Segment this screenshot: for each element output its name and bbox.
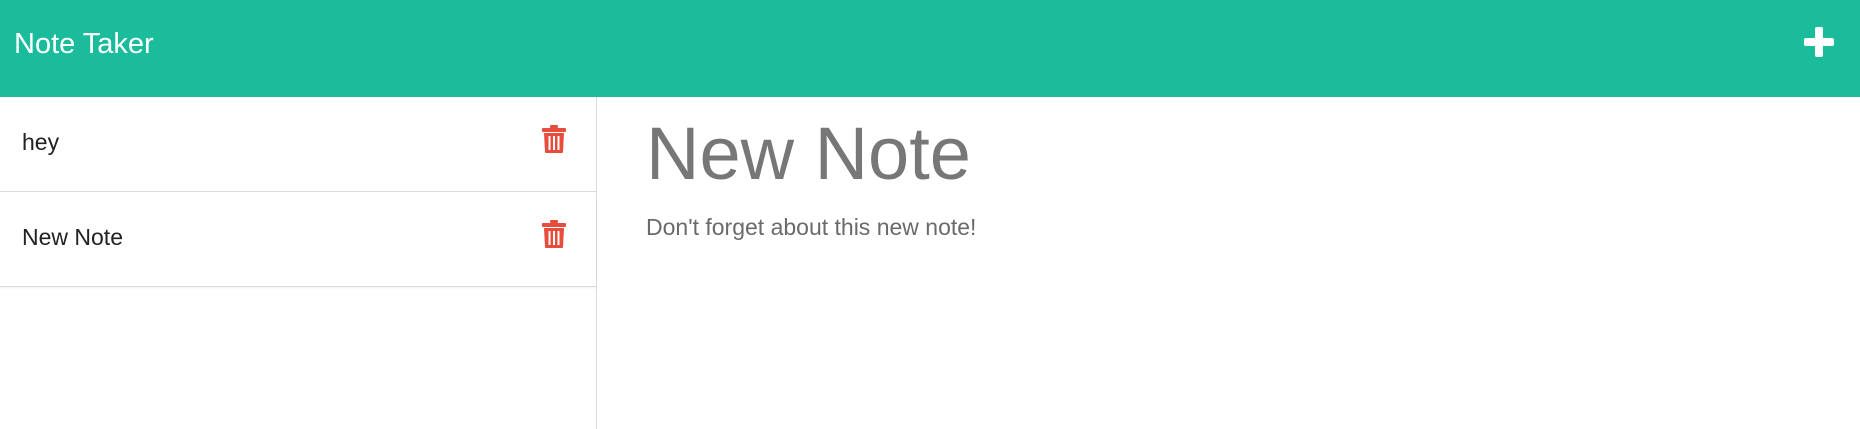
trash-icon — [542, 220, 566, 248]
app-title[interactable]: Note Taker — [14, 26, 154, 62]
note-editor: New Note Don't forget about this new not… — [646, 110, 1826, 242]
note-list: hey New Note — [0, 97, 597, 429]
delete-note-button[interactable] — [542, 220, 566, 248]
note-list-item[interactable]: New Note — [0, 192, 596, 287]
note-list-item-title: New Note — [22, 224, 123, 250]
note-text-area[interactable]: Don't forget about this new note! — [646, 212, 1826, 242]
note-title-input[interactable]: New Note — [646, 110, 1826, 198]
navbar: Note Taker — [0, 0, 1860, 97]
delete-note-button[interactable] — [542, 125, 566, 153]
trash-icon — [542, 125, 566, 153]
note-list-item-title: hey — [22, 129, 60, 155]
note-list-item[interactable]: hey — [0, 97, 596, 192]
plus-icon — [1804, 27, 1834, 57]
new-note-button[interactable] — [1801, 24, 1837, 60]
